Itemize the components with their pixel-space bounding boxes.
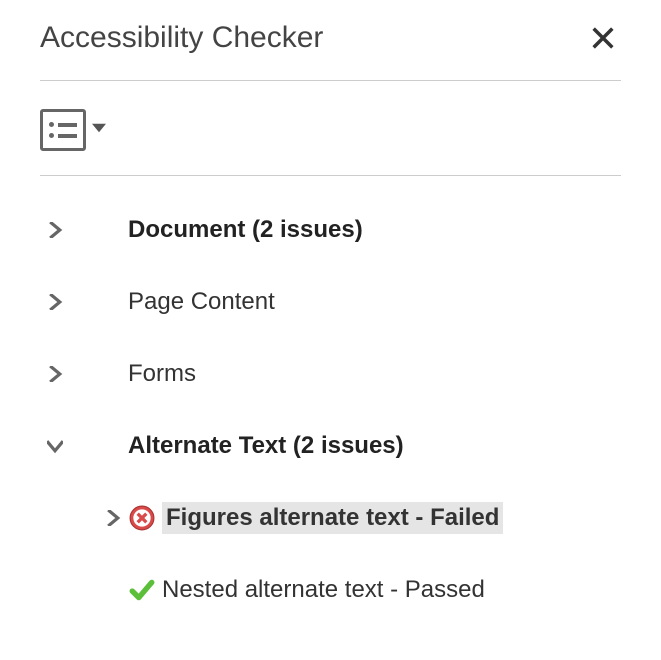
tree-item-label: Forms: [128, 360, 196, 388]
chevron-right-icon: [98, 510, 128, 526]
list-icon: [40, 109, 86, 151]
panel-title: Accessibility Checker: [40, 21, 323, 55]
accessibility-checker-panel: Accessibility Checker Documen: [0, 0, 661, 626]
tree-item-document[interactable]: Document (2 issues): [40, 194, 621, 266]
chevron-right-icon: [40, 366, 70, 382]
chevron-right-icon: [40, 294, 70, 310]
chevron-right-icon: [40, 222, 70, 238]
tree-item-label: Page Content: [128, 288, 275, 316]
error-icon: [128, 504, 156, 532]
dropdown-caret-icon: [92, 121, 106, 140]
close-button[interactable]: [585, 20, 621, 56]
check-icon: [128, 576, 156, 604]
tree-item-figures-alt-text[interactable]: Figures alternate text - Failed: [40, 482, 621, 554]
results-tree: Document (2 issues) Page Content Forms A…: [40, 176, 621, 626]
toolbar: [40, 81, 621, 175]
tree-item-label: Document (2 issues): [128, 216, 363, 244]
options-button[interactable]: [40, 109, 106, 151]
tree-item-label: Figures alternate text - Failed: [162, 502, 503, 534]
tree-item-forms[interactable]: Forms: [40, 338, 621, 410]
tree-item-label: Nested alternate text - Passed: [162, 576, 485, 604]
tree-item-nested-alt-text[interactable]: Nested alternate text - Passed: [40, 554, 621, 626]
panel-header: Accessibility Checker: [40, 20, 621, 56]
tree-item-alternate-text[interactable]: Alternate Text (2 issues): [40, 410, 621, 482]
close-icon: [589, 24, 617, 52]
tree-item-label: Alternate Text (2 issues): [128, 432, 404, 460]
tree-item-page-content[interactable]: Page Content: [40, 266, 621, 338]
chevron-down-icon: [40, 438, 70, 454]
